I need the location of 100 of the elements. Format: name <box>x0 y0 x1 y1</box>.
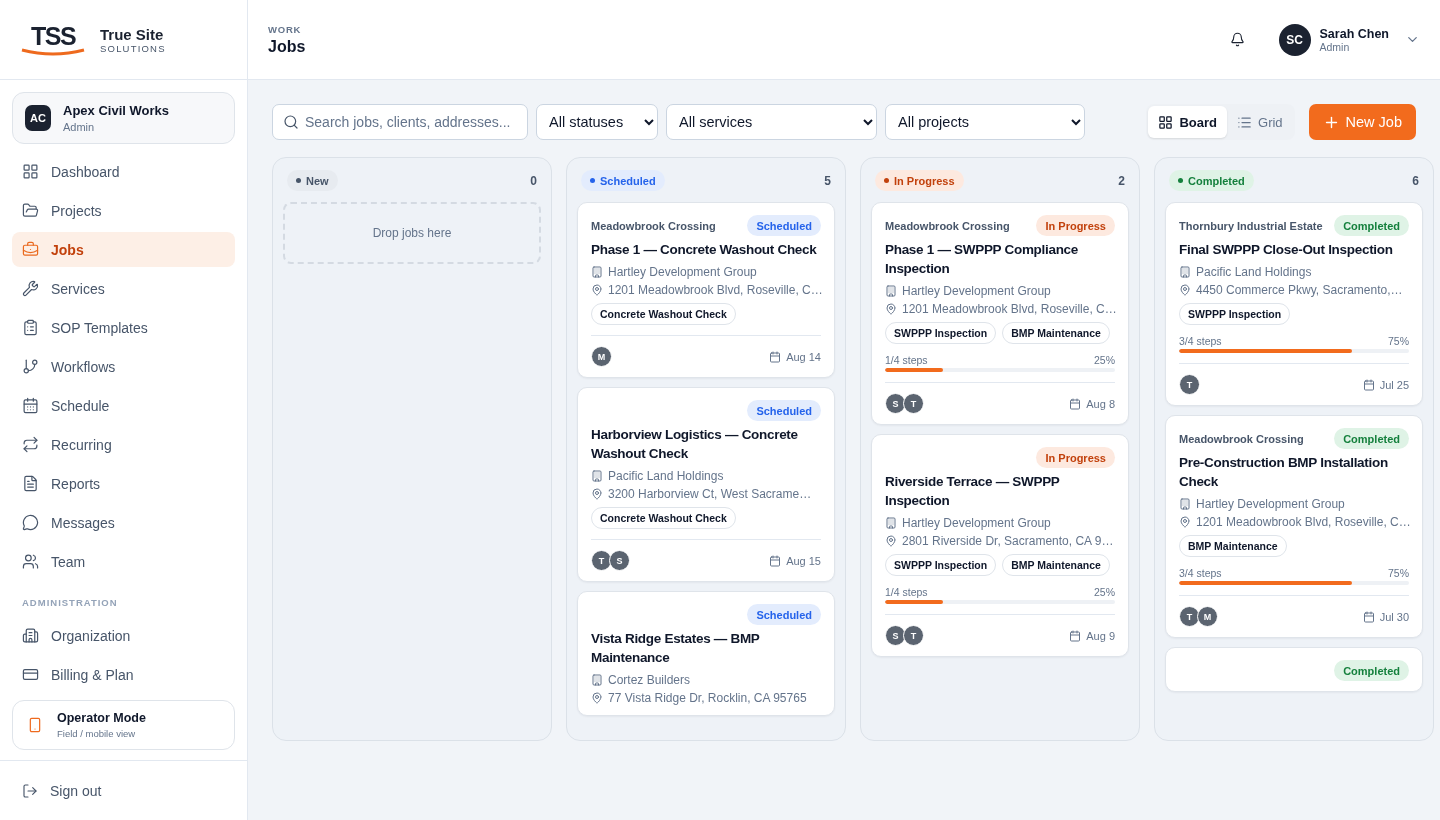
nav-icon <box>22 514 39 531</box>
job-title: Pre-Construction BMP Installation Check <box>1179 454 1389 491</box>
map-pin-icon <box>1179 284 1191 296</box>
assignee-avatar: T <box>591 550 612 571</box>
view-toggle[interactable]: Grid <box>1227 106 1293 138</box>
job-title: Phase 1 — Concrete Washout Check <box>591 241 818 259</box>
operator-mode-subtitle: Field / mobile view <box>57 728 137 739</box>
user-menu[interactable]: Sarah Chen Admin <box>1319 26 1420 53</box>
sign-out-link[interactable]: Sign out <box>0 760 247 820</box>
building-icon <box>1179 498 1191 510</box>
client-name: Hartley Development Group <box>902 284 1051 298</box>
steps-text: 1/4 steps <box>885 354 928 366</box>
filter-select[interactable]: All statuses <box>536 104 658 140</box>
job-title: Riverside Terrace — SWPPP Inspection <box>885 473 1061 510</box>
map-pin-icon <box>885 535 897 547</box>
sign-out-icon <box>22 782 38 799</box>
sidebar-item[interactable]: Recurring <box>12 427 235 462</box>
job-card[interactable]: Meadowbrook Crossing Completed Pre-Construction BMP Installation Check Hartley Development Group 1201 Meadowbrook Blvd, Roseville, C… BMP Maintenance 3/4 steps 75% T M Jul 30 <box>1165 415 1423 638</box>
job-title: Final SWPPP Close-Out Inspection <box>1179 241 1394 259</box>
nav-icon <box>22 202 39 219</box>
search-field[interactable]: Search jobs, clients, addresses... <box>272 104 528 140</box>
nav-icon <box>22 319 39 336</box>
job-card[interactable]: Meadowbrook Crossing In Progress Phase 1 — SWPPP Compliance Inspection Hartley Development Group 1201 Meadowbrook Blvd, Roseville, C… SWPPP Inspection BMP Maintenance 1/4 steps 25% S T Aug 8 <box>871 202 1129 425</box>
organization-name: Apex Civil Works <box>63 103 169 118</box>
building-icon <box>591 470 603 482</box>
brand-name: True Site <box>100 25 165 43</box>
due-date: Aug 15 <box>786 554 821 567</box>
column-count: 0 <box>530 173 537 188</box>
nav-icon <box>22 358 39 375</box>
sidebar-item[interactable]: Jobs <box>12 232 235 267</box>
nav-icon <box>22 436 39 453</box>
sidebar-item[interactable]: Schedule <box>12 388 235 423</box>
calendar-icon <box>769 554 782 567</box>
status-badge: In Progress <box>1036 447 1115 468</box>
user-role: Admin <box>1319 41 1351 53</box>
job-address: 3200 Harborview Ct, West Sacrame… <box>608 487 812 501</box>
assignee-avatar: T <box>1179 374 1200 395</box>
job-card[interactable]: Scheduled Harborview Logistics — Concrete Washout Check Pacific Land Holdings 3200 Harborview Ct, West Sacrame… Concrete Washout Check T S Aug 15 <box>577 387 835 582</box>
sidebar-item[interactable]: Messages <box>12 505 235 540</box>
assignee-avatar: S <box>885 393 906 414</box>
map-pin-icon <box>591 284 603 296</box>
job-title: Phase 1 — SWPPP Compliance Inspection <box>885 241 1080 278</box>
progress-percent: 25% <box>1094 586 1115 598</box>
nav-icon <box>22 627 39 644</box>
calendar-icon <box>1362 610 1375 623</box>
organization-card[interactable]: AC Apex Civil Works Admin <box>12 92 235 144</box>
status-badge: Scheduled <box>747 604 821 625</box>
project-name: Thornbury Industrial Estate <box>1179 219 1323 232</box>
status-badge: Scheduled <box>747 400 821 421</box>
due-date: Aug 9 <box>1086 629 1115 642</box>
job-card[interactable]: In Progress Riverside Terrace — SWPPP Inspection Hartley Development Group 2801 Riverside Dr, Sacramento, CA 9… SWPPP Inspection BMP Maintenance 1/4 steps 25% S T Aug 9 <box>871 434 1129 657</box>
sidebar-item[interactable]: Team <box>12 544 235 579</box>
sidebar-item[interactable]: Billing & Plan <box>12 657 235 692</box>
due-date: Aug 14 <box>786 350 821 363</box>
calendar-icon <box>769 350 782 363</box>
nav-icon <box>22 280 39 297</box>
bell-icon <box>1229 32 1245 47</box>
job-card[interactable]: Scheduled Vista Ridge Estates — BMP Maintenance Cortez Builders 77 Vista Ridge Dr, Rocklin, CA 95765 <box>577 591 835 716</box>
user-avatar: SC <box>1278 23 1311 56</box>
sidebar-item[interactable]: Services <box>12 271 235 306</box>
job-card[interactable]: Meadowbrook Crossing Scheduled Phase 1 — Concrete Washout Check Hartley Development Group 1201 Meadowbrook Blvd, Roseville, C… Concrete Washout Check M Aug 14 <box>577 202 835 378</box>
nav-icon <box>22 397 39 414</box>
sidebar-item[interactable]: Projects <box>12 193 235 228</box>
user-name: Sarah Chen <box>1319 26 1389 41</box>
project-name: Meadowbrook Crossing <box>885 219 1010 232</box>
column-count: 2 <box>1118 173 1125 188</box>
building-icon <box>885 517 897 529</box>
client-name: Hartley Development Group <box>608 265 757 279</box>
sidebar-item[interactable]: SOP Templates <box>12 310 235 345</box>
sidebar-item[interactable]: Reports <box>12 466 235 501</box>
client-name: Hartley Development Group <box>1196 497 1345 511</box>
filter-select[interactable]: All projects <box>885 104 1085 140</box>
swoosh-icon <box>20 47 86 56</box>
job-address: 77 Vista Ridge Dr, Rocklin, CA 95765 <box>608 691 807 705</box>
assignee-avatar: S <box>609 550 630 571</box>
sidebar-item[interactable]: Dashboard <box>12 154 235 189</box>
map-pin-icon <box>1179 516 1191 528</box>
operator-mode-title: Operator Mode <box>57 711 146 725</box>
nav-icon <box>22 553 39 570</box>
steps-text: 3/4 steps <box>1179 567 1222 579</box>
steps-text: 1/4 steps <box>885 586 928 598</box>
view-toggle[interactable]: Board <box>1148 106 1227 138</box>
calendar-icon <box>1069 397 1082 410</box>
brand-tagline: SOLUTIONS <box>100 42 166 54</box>
job-card[interactable]: Completed <box>1165 647 1423 692</box>
job-title: Harborview Logistics — Concrete Washout Check <box>591 426 799 463</box>
sidebar-item[interactable]: Workflows <box>12 349 235 384</box>
building-icon <box>1179 266 1191 278</box>
job-card[interactable]: Thornbury Industrial Estate Completed Final SWPPP Close-Out Inspection Pacific Land Holdings 4450 Commerce Pkwy, Sacramento,… SWPPP Inspection 3/4 steps 75% T Jul 25 <box>1165 202 1423 406</box>
project-name: Meadowbrook Crossing <box>1179 432 1304 445</box>
sidebar-item[interactable]: Organization <box>12 618 235 653</box>
filter-select[interactable]: All services <box>666 104 877 140</box>
client-name: Hartley Development Group <box>902 516 1051 530</box>
status-pill: New <box>287 170 338 191</box>
page-eyebrow: WORK <box>268 23 303 35</box>
page-title: Jobs <box>268 37 306 56</box>
nav-icon <box>22 475 39 492</box>
building-icon <box>591 266 603 278</box>
building-icon <box>591 674 603 686</box>
operator-mode-card[interactable]: Operator Mode Field / mobile view <box>12 700 235 750</box>
